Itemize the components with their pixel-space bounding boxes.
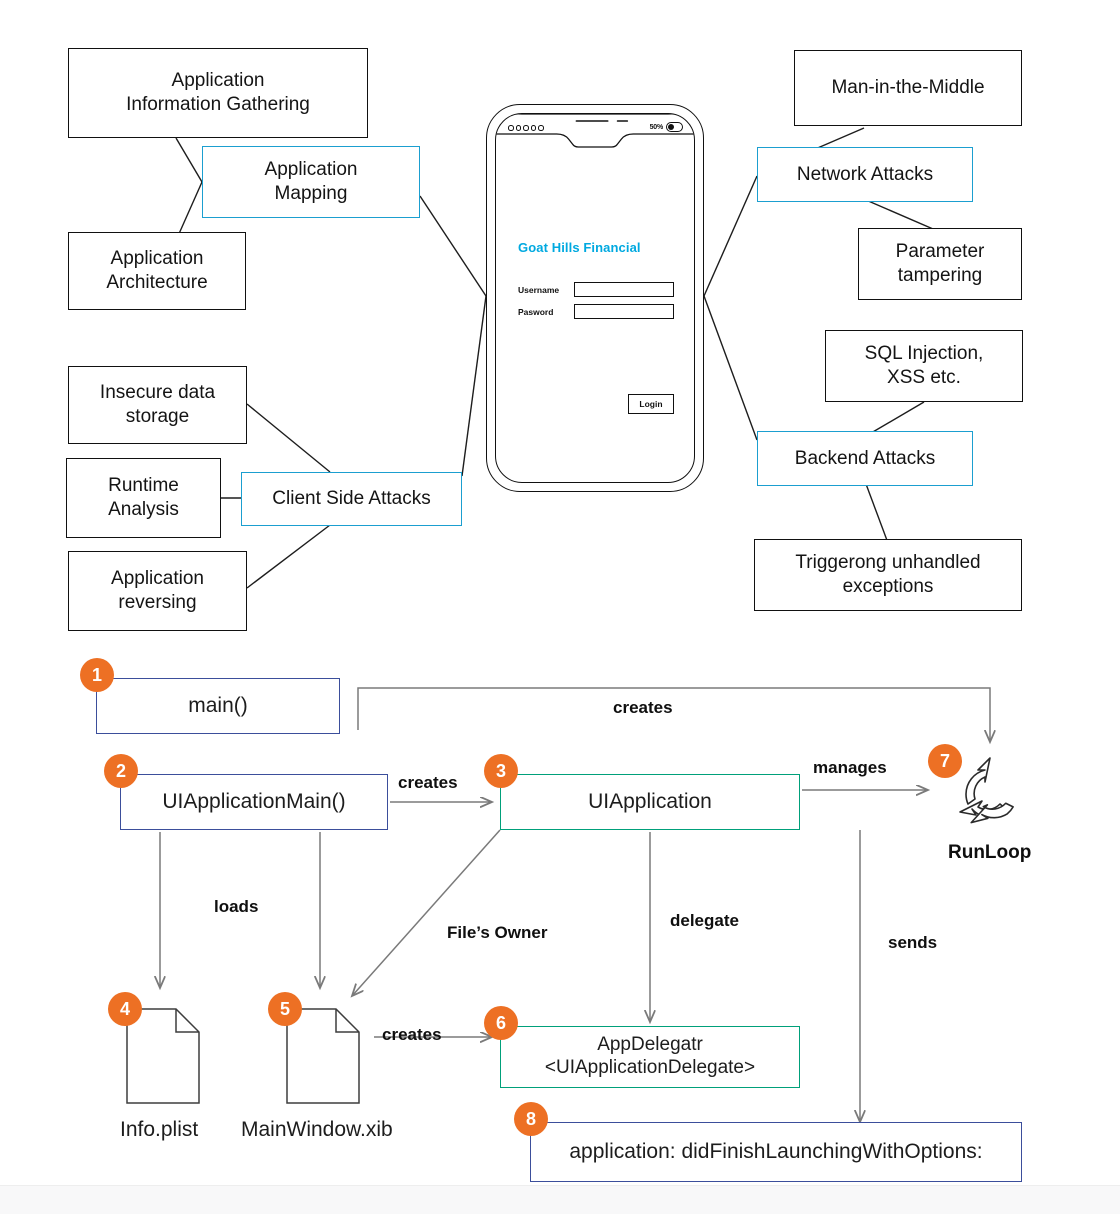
edge-label-creates-main: creates xyxy=(398,773,458,792)
box-label: Triggerong unhandled exceptions xyxy=(795,552,981,597)
password-row: Pasword xyxy=(518,304,674,319)
edge-label-manages: manages xyxy=(813,758,887,777)
box-sql-injection-xss: SQL Injection, XSS etc. xyxy=(825,330,1023,402)
edge-label-sends: sends xyxy=(888,933,938,952)
badge-6: 6 xyxy=(484,1006,518,1040)
badge-5: 5 xyxy=(268,992,302,1026)
badge-7: 7 xyxy=(928,744,962,778)
phone-mockup: 50% Goat Hills Financial Username Paswor… xyxy=(486,104,704,492)
badge-number: 8 xyxy=(525,1108,536,1129)
username-row: Username xyxy=(518,282,674,297)
node-uiapplication: UIApplication xyxy=(500,774,800,830)
login-button[interactable]: Login xyxy=(628,394,674,414)
edge-label-creates-top: creates xyxy=(613,698,673,717)
box-label: Parameter tampering xyxy=(895,241,985,286)
box-backend-attacks: Backend Attacks xyxy=(757,431,973,486)
node-label-mainwindow-xib: MainWindow.xib xyxy=(241,1118,393,1141)
node-label: UIApplicationMain() xyxy=(162,790,346,814)
box-label: SQL Injection, XSS etc. xyxy=(864,343,984,388)
badge-number: 5 xyxy=(279,998,290,1019)
badge-3: 3 xyxy=(484,754,518,788)
edge-label-loads: loads xyxy=(214,897,259,916)
battery-percent-label: 50% xyxy=(649,123,664,131)
edge-label-delegate: delegate xyxy=(670,911,739,930)
username-label: Username xyxy=(518,284,560,295)
edge-label-creates-delegate: creates xyxy=(382,1025,442,1044)
document-icon-info-plist xyxy=(126,1008,200,1104)
password-input[interactable] xyxy=(574,304,674,319)
node-uiapplicationmain: UIApplicationMain() xyxy=(120,774,388,830)
username-input[interactable] xyxy=(574,282,674,297)
signal-dots-icon xyxy=(508,125,544,131)
box-application-mapping: Application Mapping xyxy=(202,146,420,218)
diagram-canvas: Application Information Gathering Applic… xyxy=(0,0,1120,1214)
badge-number: 2 xyxy=(115,760,126,781)
node-appdelegate: AppDelegatr <UIApplicationDelegate> xyxy=(500,1026,800,1088)
badge-number: 3 xyxy=(495,760,506,781)
node-label: main() xyxy=(188,694,248,718)
box-label: Network Attacks xyxy=(796,163,934,185)
box-label: Application Information Gathering xyxy=(126,70,310,115)
node-label-info-plist: Info.plist xyxy=(120,1118,199,1141)
battery-icon xyxy=(666,122,683,132)
box-client-side-attacks: Client Side Attacks xyxy=(241,472,462,526)
box-application-information-gathering: Application Information Gathering xyxy=(68,48,368,138)
box-man-in-the-middle: Man-in-the-Middle xyxy=(794,50,1022,126)
badge-number: 4 xyxy=(119,998,130,1019)
box-label: Application reversing xyxy=(111,568,204,613)
box-label: Application Mapping xyxy=(264,159,358,204)
box-parameter-tampering: Parameter tampering xyxy=(858,228,1022,300)
box-label: Application Architecture xyxy=(106,248,208,293)
node-didfinishlaunching: application: didFinishLaunchingWithOptio… xyxy=(530,1122,1022,1182)
box-label: Client Side Attacks xyxy=(272,488,431,510)
box-runtime-analysis: Runtime Analysis xyxy=(66,458,221,538)
badge-number: 6 xyxy=(495,1012,506,1033)
box-network-attacks: Network Attacks xyxy=(757,147,973,202)
node-label-line1: AppDelegatr xyxy=(597,1034,703,1056)
badge-2: 2 xyxy=(104,754,138,788)
node-label-runloop: RunLoop xyxy=(948,842,1032,863)
box-label: Runtime Analysis xyxy=(108,475,179,520)
badge-1: 1 xyxy=(80,658,114,692)
box-triggering-unhandled-exceptions: Triggerong unhandled exceptions xyxy=(754,539,1022,611)
battery-indicator: 50% xyxy=(650,122,683,132)
badge-4: 4 xyxy=(108,992,142,1026)
box-label: Man-in-the-Middle xyxy=(831,77,985,99)
box-application-architecture: Application Architecture xyxy=(68,232,246,310)
badge-8: 8 xyxy=(514,1102,548,1136)
app-brand-title: Goat Hills Financial xyxy=(518,240,641,255)
document-icon-mainwindow-xib xyxy=(286,1008,360,1104)
box-label: Insecure data storage xyxy=(99,382,216,427)
node-label: application: didFinishLaunchingWithOptio… xyxy=(569,1140,983,1164)
phone-screen: 50% Goat Hills Financial Username Paswor… xyxy=(495,113,695,483)
node-label-line2: <UIApplicationDelegate> xyxy=(544,1057,756,1078)
node-main: main() xyxy=(96,678,340,734)
badge-number: 7 xyxy=(939,750,950,771)
badge-number: 1 xyxy=(91,664,102,685)
node-label: UIApplication xyxy=(588,790,712,814)
box-label: Backend Attacks xyxy=(794,447,936,469)
password-label: Pasword xyxy=(518,306,554,317)
box-application-reversing: Application reversing xyxy=(68,551,247,631)
edge-label-files-owner: File’s Owner xyxy=(447,923,548,942)
box-insecure-data-storage: Insecure data storage xyxy=(68,366,247,444)
footer-strip xyxy=(0,1185,1120,1214)
